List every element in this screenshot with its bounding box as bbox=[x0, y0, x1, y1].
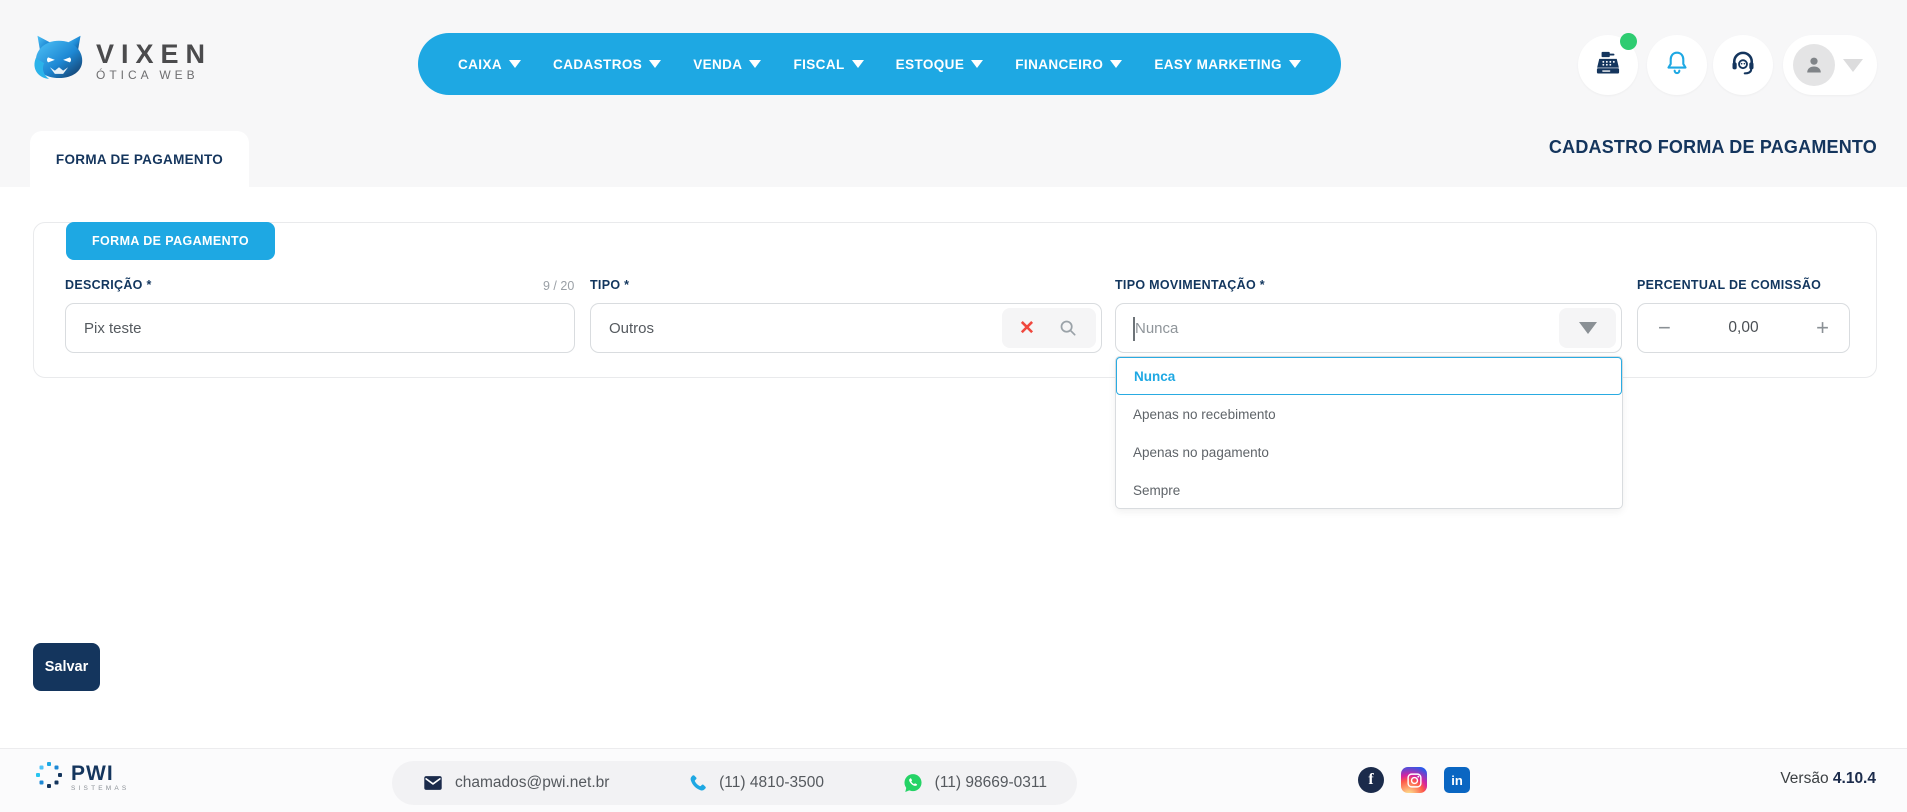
facebook-icon[interactable]: f bbox=[1358, 767, 1384, 793]
email-contact[interactable]: chamados@pwi.net.br bbox=[422, 772, 609, 794]
percentual-stepper: − 0,00 + bbox=[1637, 303, 1850, 353]
header: VIXEN ÓTICA WEB CAIXA CADASTROS VENDA FI… bbox=[0, 0, 1907, 187]
whatsapp-icon bbox=[902, 772, 924, 794]
brand-name: VIXEN bbox=[96, 41, 212, 67]
tipo-tools: ✕ bbox=[1002, 308, 1096, 348]
nav-item-cadastros[interactable]: CADASTROS bbox=[553, 57, 661, 72]
percentual-value[interactable]: 0,00 bbox=[1728, 319, 1758, 337]
decrement-button[interactable]: − bbox=[1658, 317, 1671, 339]
notifications-button[interactable] bbox=[1647, 35, 1707, 95]
nav-item-caixa[interactable]: CAIXA bbox=[458, 57, 521, 72]
tipo-label: TIPO * bbox=[590, 278, 629, 292]
descricao-label: DESCRIÇÃO * bbox=[65, 278, 152, 292]
version-text: Versão 4.10.4 bbox=[1780, 770, 1876, 788]
linkedin-icon[interactable]: in bbox=[1444, 767, 1470, 793]
chevron-down-icon bbox=[1579, 322, 1597, 334]
nav-item-easy-marketing[interactable]: EASY MARKETING bbox=[1154, 57, 1301, 72]
chevron-down-icon bbox=[1289, 60, 1301, 68]
status-badge bbox=[1620, 33, 1637, 50]
dropdown-option-sempre[interactable]: Sempre bbox=[1116, 471, 1622, 509]
descricao-input[interactable] bbox=[66, 304, 574, 352]
dropdown-option-nunca[interactable]: Nunca bbox=[1116, 357, 1622, 395]
chevron-down-icon bbox=[749, 60, 761, 68]
dropdown-option-apenas-no-pagamento[interactable]: Apenas no pagamento bbox=[1116, 433, 1622, 471]
avatar bbox=[1793, 44, 1835, 86]
social-links: f in bbox=[1358, 767, 1470, 793]
percentual-label: PERCENTUAL DE COMISSÃO bbox=[1637, 278, 1821, 292]
pwi-name: PWI bbox=[71, 763, 129, 784]
tab-forma-de-pagamento[interactable]: FORMA DE PAGAMENTO bbox=[30, 131, 249, 187]
phone-text: (11) 4810-3500 bbox=[719, 774, 824, 792]
search-icon[interactable] bbox=[1057, 317, 1079, 339]
chevron-down-icon bbox=[1110, 60, 1122, 68]
version-number: 4.10.4 bbox=[1833, 770, 1876, 787]
nav-item-fiscal[interactable]: FISCAL bbox=[793, 57, 863, 72]
clear-icon[interactable]: ✕ bbox=[1019, 319, 1035, 338]
text-cursor bbox=[1133, 317, 1135, 341]
support-button[interactable] bbox=[1713, 35, 1773, 95]
nav-item-venda[interactable]: VENDA bbox=[693, 57, 761, 72]
page: VIXEN ÓTICA WEB CAIXA CADASTROS VENDA FI… bbox=[0, 0, 1907, 812]
chevron-down-icon bbox=[1843, 59, 1863, 72]
pwi-mark-icon bbox=[34, 760, 64, 795]
save-button[interactable]: Salvar bbox=[33, 643, 100, 691]
headset-icon bbox=[1729, 49, 1757, 82]
user-menu[interactable] bbox=[1783, 35, 1877, 95]
increment-button[interactable]: + bbox=[1816, 317, 1829, 339]
descricao-field-box bbox=[65, 303, 575, 353]
fox-logo-icon bbox=[30, 33, 88, 90]
chevron-down-icon bbox=[971, 60, 983, 68]
bell-icon bbox=[1663, 49, 1691, 82]
section-chip: FORMA DE PAGAMENTO bbox=[66, 222, 275, 260]
dropdown-toggle-button[interactable] bbox=[1559, 308, 1616, 348]
chevron-down-icon bbox=[649, 60, 661, 68]
main-nav: CAIXA CADASTROS VENDA FISCAL ESTOQUE FIN… bbox=[418, 33, 1341, 95]
chevron-down-icon bbox=[509, 60, 521, 68]
pwi-subtitle: SISTEMAS bbox=[71, 786, 129, 793]
whatsapp-contact[interactable]: (11) 98669-0311 bbox=[902, 772, 1047, 794]
tipo-field-box: ✕ bbox=[590, 303, 1102, 353]
tipo-movimentacao-combobox bbox=[1115, 303, 1622, 353]
brand-logo[interactable]: VIXEN ÓTICA WEB bbox=[30, 33, 212, 90]
pwi-logo[interactable]: PWI SISTEMAS bbox=[34, 760, 129, 795]
nav-item-financeiro[interactable]: FINANCEIRO bbox=[1015, 57, 1122, 72]
envelope-icon bbox=[422, 772, 444, 794]
nav-item-estoque[interactable]: ESTOQUE bbox=[896, 57, 984, 72]
tipo-movimentacao-label: TIPO MOVIMENTAÇÃO * bbox=[1115, 278, 1265, 292]
whatsapp-text: (11) 98669-0311 bbox=[935, 774, 1047, 792]
brand-tagline: ÓTICA WEB bbox=[96, 68, 212, 82]
dropdown-option-apenas-no-recebimento[interactable]: Apenas no recebimento bbox=[1116, 395, 1622, 433]
instagram-icon[interactable] bbox=[1401, 767, 1427, 793]
contact-bar: chamados@pwi.net.br (11) 4810-3500 bbox=[392, 761, 1077, 805]
tipo-movimentacao-input[interactable] bbox=[1116, 304, 1621, 352]
chevron-down-icon bbox=[852, 60, 864, 68]
footer: PWI SISTEMAS chamados@pwi.net.br bbox=[0, 748, 1907, 812]
cash-register-icon bbox=[1594, 49, 1622, 82]
phone-contact[interactable]: (11) 4810-3500 bbox=[687, 773, 824, 794]
page-title: CADASTRO FORMA DE PAGAMENTO bbox=[1549, 137, 1877, 158]
form-card: FORMA DE PAGAMENTO bbox=[33, 222, 1877, 378]
cash-register-button[interactable] bbox=[1578, 35, 1638, 95]
email-text: chamados@pwi.net.br bbox=[455, 774, 609, 792]
descricao-counter: 9 / 20 bbox=[543, 279, 574, 293]
phone-icon bbox=[687, 773, 708, 794]
tipo-movimentacao-dropdown: Nunca Apenas no recebimento Apenas no pa… bbox=[1115, 356, 1623, 509]
